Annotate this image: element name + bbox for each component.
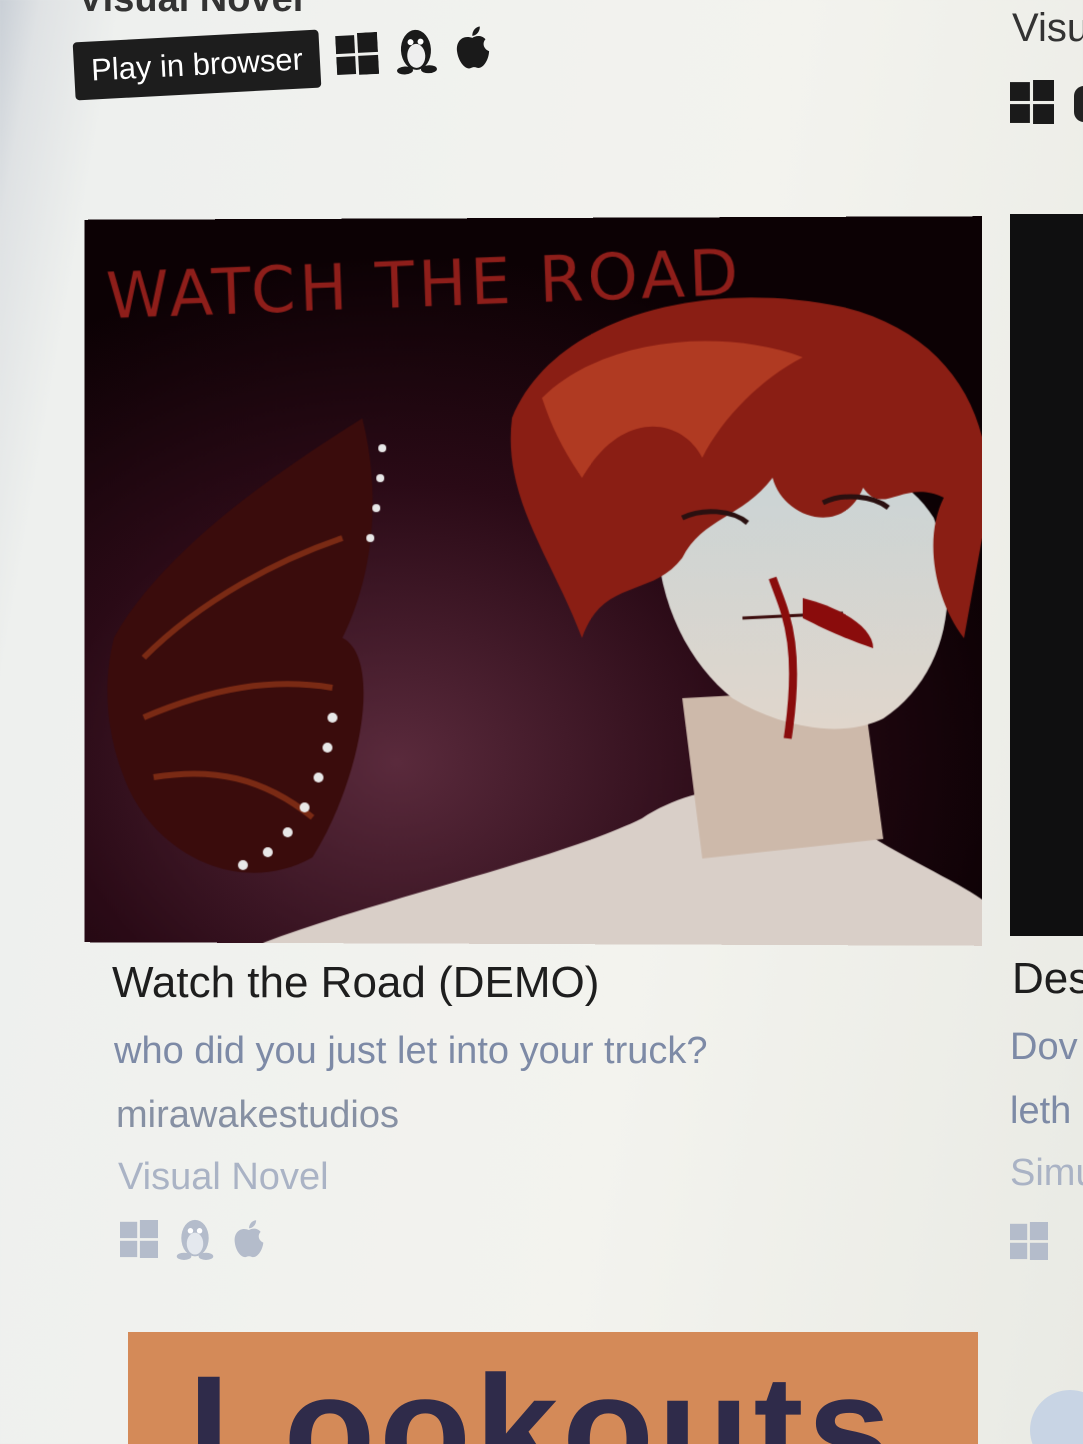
linux-icon bbox=[395, 27, 437, 75]
windows-icon bbox=[120, 1220, 158, 1258]
apple-icon bbox=[1074, 86, 1083, 122]
play-in-browser-badge[interactable]: Play in browser bbox=[72, 29, 322, 101]
right-card-thumbnail[interactable] bbox=[1010, 214, 1083, 936]
apple-icon bbox=[232, 1219, 266, 1259]
right-card-genre: Simu bbox=[1010, 1152, 1083, 1194]
game-author-link[interactable]: mirawakestudios bbox=[116, 1094, 399, 1137]
game-thumbnail[interactable]: WATCH THE ROAD bbox=[84, 216, 983, 946]
previous-card-platforms bbox=[335, 24, 493, 78]
right-card-description-line2: leth bbox=[1010, 1090, 1072, 1132]
next-game-thumbnail[interactable]: Lookouts bbox=[128, 1332, 978, 1444]
game-platforms bbox=[120, 1218, 266, 1260]
windows-icon bbox=[335, 31, 380, 76]
game-title-link[interactable]: Watch the Road (DEMO) bbox=[112, 958, 599, 1008]
next-column-card[interactable]: Visu Des Dov leth Simu bbox=[1000, 0, 1083, 1444]
right-card-title[interactable]: Des bbox=[1012, 954, 1083, 1004]
windows-icon bbox=[1010, 1222, 1048, 1265]
game-description: who did you just let into your truck? bbox=[114, 1030, 708, 1072]
windows-icon bbox=[1010, 80, 1054, 129]
right-card-next-thumbnail[interactable] bbox=[1030, 1390, 1083, 1444]
next-thumbnail-title-text: Lookouts bbox=[188, 1344, 895, 1444]
linux-icon bbox=[176, 1218, 214, 1260]
right-card-previous-genre: Visu bbox=[1012, 6, 1083, 50]
apple-icon bbox=[453, 25, 493, 71]
game-genre: Visual Novel bbox=[118, 1156, 329, 1198]
right-card-description: Dov bbox=[1010, 1026, 1078, 1068]
previous-card-genre[interactable]: Visual Novel bbox=[78, 0, 303, 21]
